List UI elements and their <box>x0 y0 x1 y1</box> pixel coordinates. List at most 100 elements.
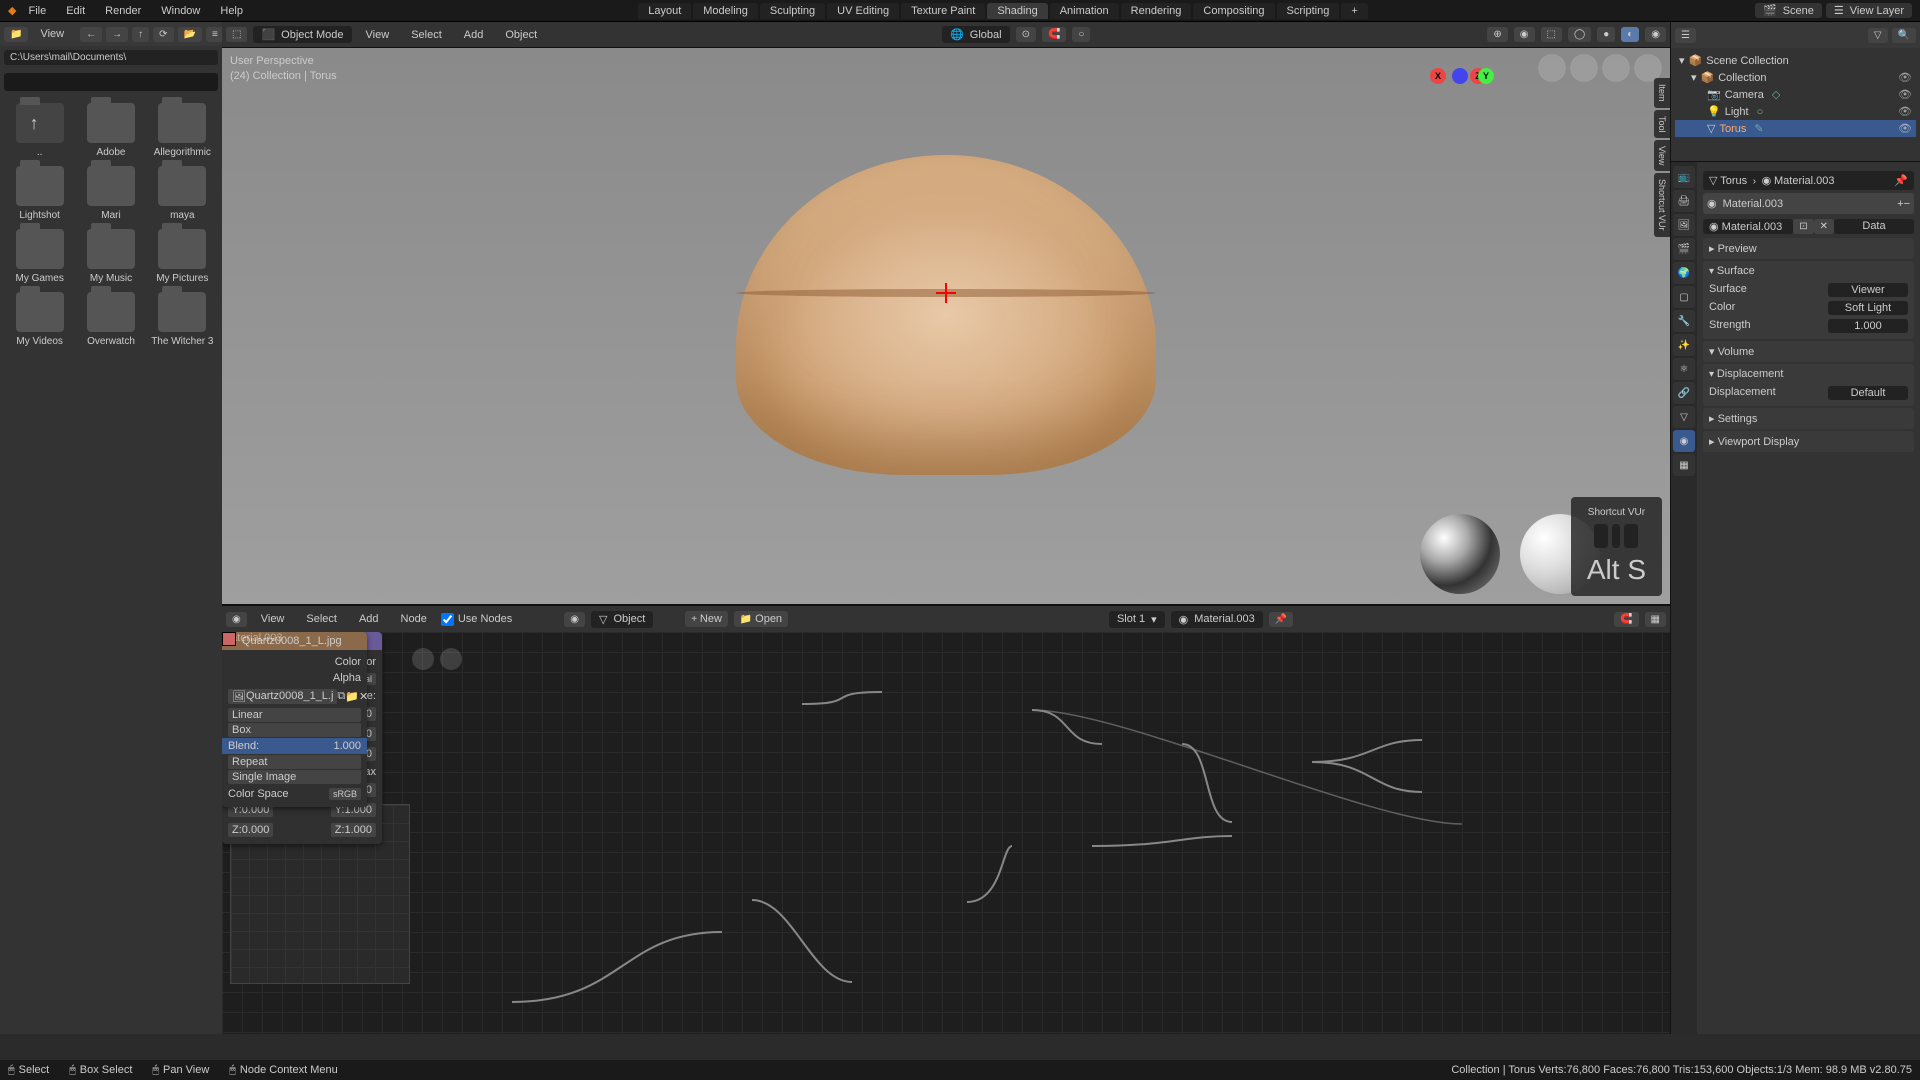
shader-type-icon[interactable]: ◉ <box>564 612 585 627</box>
tree-camera[interactable]: 📷Camera◇👁 <box>1675 86 1916 103</box>
props-tab-physics[interactable]: ⚛ <box>1673 358 1695 380</box>
editor-type-icon[interactable]: 📁 <box>4 27 28 42</box>
folder-myvideos[interactable]: My Videos <box>8 292 71 347</box>
tab-texpaint[interactable]: Texture Paint <box>901 3 985 19</box>
folder-mari[interactable]: Mari <box>79 166 142 221</box>
menu-render[interactable]: Render <box>97 3 149 19</box>
npanel-tab-item[interactable]: Item <box>1654 78 1670 108</box>
props-tab-data[interactable]: ▽ <box>1673 406 1695 428</box>
npanel-tab-view[interactable]: View <box>1654 140 1670 171</box>
pin-icon[interactable]: 📌 <box>1894 174 1908 187</box>
vp-add-menu[interactable]: Add <box>456 27 492 43</box>
folder-mymusic[interactable]: My Music <box>79 229 142 284</box>
snap-icon[interactable]: 🧲 <box>1042 27 1066 42</box>
props-tab-modifiers[interactable]: 🔧 <box>1673 310 1695 332</box>
proportional-icon[interactable]: ○ <box>1072 27 1090 42</box>
visibility-toggle-icon[interactable]: 👁 <box>1898 105 1912 118</box>
panel-settings[interactable]: ▸ Settings <box>1703 408 1914 429</box>
folder-allegorithmic[interactable]: Allegorithmic <box>151 103 214 158</box>
nav-gizmo[interactable]: Z Y X <box>1430 68 1490 128</box>
search-field[interactable] <box>4 73 218 91</box>
menu-edit[interactable]: Edit <box>58 3 93 19</box>
panel-volume[interactable]: ▾ Volume <box>1703 341 1914 362</box>
new-button[interactable]: + New <box>685 611 728 627</box>
slot-remove-icon[interactable]: − <box>1904 198 1910 210</box>
source-selector[interactable]: Single Image <box>228 770 361 784</box>
tree-torus[interactable]: ▽Torus✎👁 <box>1675 120 1916 137</box>
tab-add-workspace[interactable]: + <box>1341 3 1367 19</box>
nav-back-icon[interactable]: ← <box>80 27 102 42</box>
folder-overwatch[interactable]: Overwatch <box>79 292 142 347</box>
tab-animation[interactable]: Animation <box>1050 3 1119 19</box>
node-image-texture[interactable]: ▼Quartz0008_1_L.jpg Color Alpha 🖼 Quartz… <box>222 632 367 807</box>
node-toggle-icon[interactable]: ⊡ <box>1793 219 1813 234</box>
material-selector[interactable]: ◉Material.003 <box>1171 611 1263 628</box>
ne-add-menu[interactable]: Add <box>351 611 387 627</box>
xray-icon[interactable]: ⬚ <box>1541 27 1562 42</box>
props-tab-constraints[interactable]: 🔗 <box>1673 382 1695 404</box>
props-tab-particles[interactable]: ✨ <box>1673 334 1695 356</box>
vp-select-menu[interactable]: Select <box>403 27 450 43</box>
colorspace-selector[interactable]: sRGB <box>329 788 361 800</box>
slot-selector[interactable]: Slot 1 ▾ <box>1109 611 1165 628</box>
unlink-icon[interactable]: ✕ <box>1814 219 1834 234</box>
props-tab-scene[interactable]: 🎬 <box>1673 238 1695 260</box>
camera-view-icon[interactable] <box>1538 54 1566 82</box>
color-input[interactable]: Soft Light <box>1828 301 1908 315</box>
gizmos-icon[interactable]: ⊕ <box>1487 27 1507 42</box>
filter-icon[interactable]: ▽ <box>1868 28 1888 43</box>
menu-help[interactable]: Help <box>212 3 251 19</box>
tab-sculpting[interactable]: Sculpting <box>760 3 825 19</box>
pivot-icon[interactable]: ⊙ <box>1016 27 1036 42</box>
shading-lookdev-icon[interactable]: ◐ <box>1621 27 1639 42</box>
npanel-tab-tool[interactable]: Tool <box>1654 110 1670 139</box>
editor-type-3dview-icon[interactable]: ⬚ <box>226 27 247 42</box>
pin-icon[interactable]: 📌 <box>1269 612 1293 627</box>
editor-type-outliner-icon[interactable]: ☰ <box>1675 28 1696 43</box>
panel-viewport-display[interactable]: ▸ Viewport Display <box>1703 431 1914 452</box>
shading-wire-icon[interactable]: ◯ <box>1568 27 1591 42</box>
surface-shader-selector[interactable]: Viewer <box>1828 283 1908 297</box>
nav-up-icon[interactable]: ↑ <box>132 27 149 42</box>
menu-file[interactable]: File <box>20 3 54 19</box>
folder-mypictures[interactable]: My Pictures <box>151 229 214 284</box>
folder-witcher[interactable]: The Witcher 3 <box>151 292 214 347</box>
ne-node-menu[interactable]: Node <box>393 611 435 627</box>
ne-select-menu[interactable]: Select <box>298 611 345 627</box>
npanel-tab-shortcut[interactable]: Shortcut VUr <box>1654 173 1670 237</box>
shading-render-icon[interactable]: ◉ <box>1645 27 1666 42</box>
folder-lightshot[interactable]: Lightshot <box>8 166 71 221</box>
image-users-icon[interactable]: ⧉ <box>337 690 345 703</box>
vp-view-menu[interactable]: View <box>358 27 398 43</box>
menu-window[interactable]: Window <box>153 3 208 19</box>
open-button[interactable]: 📁 Open <box>734 611 788 627</box>
visibility-toggle-icon[interactable]: 👁 <box>1898 71 1912 84</box>
props-tab-output[interactable]: 🖨 <box>1673 190 1695 212</box>
perspective-toggle-icon[interactable] <box>1570 54 1598 82</box>
tab-layout[interactable]: Layout <box>638 3 691 19</box>
interp-selector[interactable]: Linear <box>228 708 361 722</box>
visibility-toggle-icon[interactable]: 👁 <box>1898 122 1912 135</box>
pan-tool-icon[interactable] <box>412 648 434 670</box>
mode-selector[interactable]: ⬛Object Mode <box>253 26 351 43</box>
folder-mygames[interactable]: My Games <box>8 229 71 284</box>
folder-maya[interactable]: maya <box>151 166 214 221</box>
nav-fwd-icon[interactable]: → <box>106 27 128 42</box>
visibility-toggle-icon[interactable]: 👁 <box>1898 88 1912 101</box>
tree-light[interactable]: 💡Light○👁 <box>1675 103 1916 120</box>
props-tab-material[interactable]: ◉ <box>1673 430 1695 452</box>
object-data-selector[interactable]: ▽Object <box>591 611 653 628</box>
torus-mesh[interactable] <box>736 155 1156 475</box>
use-nodes-checkbox[interactable]: Use Nodes <box>441 613 512 626</box>
tree-collection[interactable]: ▾📦Collection👁 <box>1675 69 1916 86</box>
path-field[interactable]: C:\Users\mail\Documents\ <box>4 50 218 65</box>
pan-icon[interactable] <box>1602 54 1630 82</box>
folder-up[interactable]: ↑.. <box>8 103 71 158</box>
panel-preview[interactable]: ▸ Preview <box>1703 238 1914 259</box>
link-type[interactable]: Data <box>1834 219 1914 234</box>
tab-compositing[interactable]: Compositing <box>1193 3 1274 19</box>
material-name-field[interactable]: ◉ Material.003 <box>1703 219 1793 234</box>
props-tab-texture[interactable]: ▦ <box>1673 454 1695 476</box>
strength-input[interactable]: 1.000 <box>1828 319 1908 333</box>
search-icon[interactable]: 🔍 <box>1892 28 1916 43</box>
